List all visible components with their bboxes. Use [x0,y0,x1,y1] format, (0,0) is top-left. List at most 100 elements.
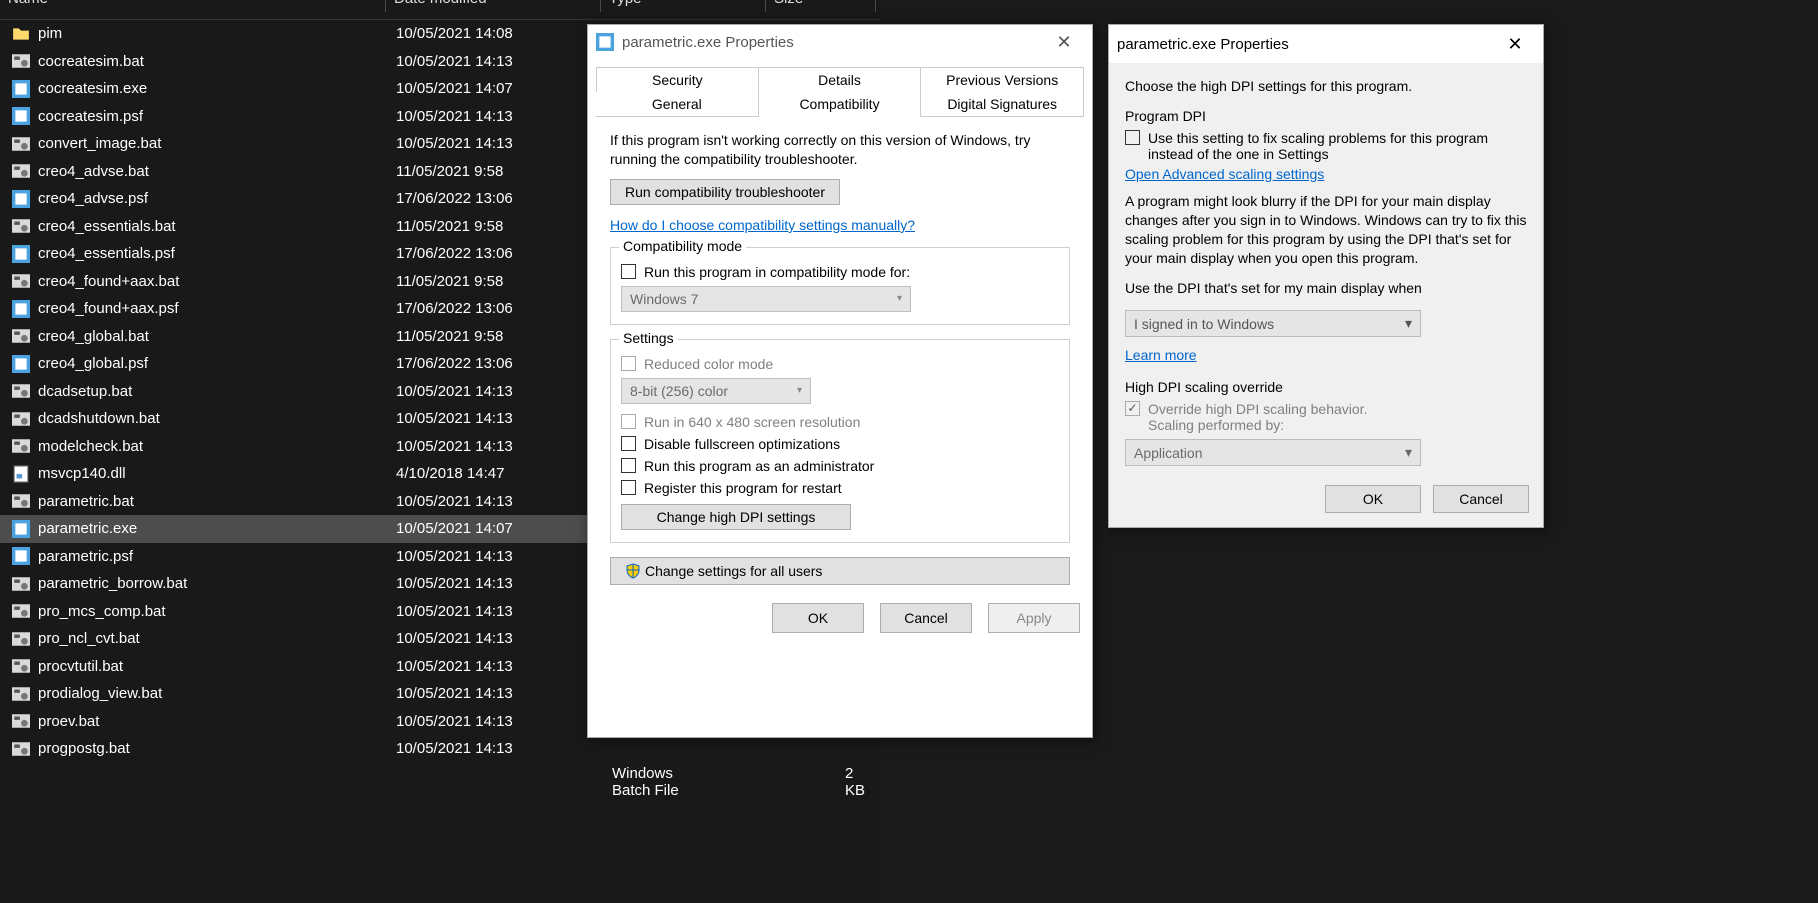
file-name: creo4_advse.bat [38,163,396,180]
dpi-settings-dialog: parametric.exe Properties ✕ Choose the h… [1108,24,1544,528]
tab-previous-versions[interactable]: Previous Versions [921,67,1084,93]
ok-button[interactable]: OK [772,603,864,633]
disable-fullscreen-checkbox[interactable] [621,436,636,451]
titlebar[interactable]: parametric.exe Properties ✕ [1109,25,1543,63]
dialog-title: parametric.exe Properties [1117,36,1495,53]
exe-icon [12,80,30,98]
col-date[interactable]: Date modified [386,0,601,12]
register-restart-label: Register this program for restart [644,480,842,496]
open-advanced-link[interactable]: Open Advanced scaling settings [1125,166,1324,182]
file-date: 10/05/2021 14:13 [396,493,611,510]
file-name: procvtutil.bat [38,658,396,675]
chevron-down-icon: ▾ [797,385,802,396]
titlebar[interactable]: parametric.exe Properties ✕ [588,25,1092,59]
psf-icon [12,355,30,373]
file-name: parametric.bat [38,493,396,510]
file-date: 10/05/2021 14:07 [396,520,611,537]
color-depth-combo[interactable]: 8-bit (256) color ▾ [621,378,811,404]
file-date: 10/05/2021 14:13 [396,658,611,675]
cancel-button[interactable]: Cancel [880,603,972,633]
bat-icon [12,685,30,703]
tab-general[interactable]: General [596,92,759,117]
use-setting-label: Use this setting to fix scaling problems… [1148,130,1527,162]
tab-compatibility[interactable]: Compatibility [759,92,922,117]
reduced-color-checkbox[interactable] [621,356,636,371]
cancel-button[interactable]: Cancel [1433,485,1529,513]
use-dpi-when-label: Use the DPI that's set for my main displ… [1125,279,1527,298]
apply-button[interactable]: Apply [988,603,1080,633]
bat-icon [12,630,30,648]
file-name: creo4_found+aax.psf [38,300,396,317]
bat-icon [12,657,30,675]
chevron-down-icon: ▾ [1405,444,1412,461]
override-label: Override high DPI scaling behavior. Scal… [1148,401,1367,433]
compat-mode-checkbox[interactable] [621,264,636,279]
properties-dialog: parametric.exe Properties ✕ Security Det… [587,24,1093,738]
file-name: parametric.exe [38,520,396,537]
combo-value: I signed in to Windows [1134,316,1274,332]
ok-button[interactable]: OK [1325,485,1421,513]
close-icon[interactable]: ✕ [1495,34,1535,55]
change-all-users-button[interactable]: Change settings for all users [610,557,1070,585]
file-date: 11/05/2021 9:58 [396,163,611,180]
file-date: 10/05/2021 14:13 [396,108,611,125]
compatibility-mode-group: Compatibility mode Run this program in c… [610,247,1070,325]
file-row[interactable]: progpostg.bat10/05/2021 14:13 [0,735,880,763]
tab-details[interactable]: Details [759,67,922,93]
bat-icon [12,272,30,290]
compat-os-combo[interactable]: Windows 7 ▾ [621,286,911,312]
file-date: 11/05/2021 9:58 [396,328,611,345]
bat-icon [12,740,30,758]
override-combo[interactable]: Application ▾ [1125,439,1421,466]
combo-value: Windows 7 [630,291,698,307]
tab-security[interactable]: Security [596,67,759,93]
col-type[interactable]: Type [601,0,766,12]
dialog-body: Choose the high DPI settings for this pr… [1109,63,1543,486]
file-name: creo4_global.bat [38,328,396,345]
col-size[interactable]: Size [766,0,876,12]
file-name: pim [38,25,396,42]
when-combo[interactable]: I signed in to Windows ▾ [1125,310,1421,337]
bat-icon [12,162,30,180]
file-date: 10/05/2021 14:13 [396,603,611,620]
file-name: prodialog_view.bat [38,685,396,702]
psf-icon [12,245,30,263]
file-name: pro_ncl_cvt.bat [38,630,396,647]
file-name: parametric_borrow.bat [38,575,396,592]
tab-strip: Security Details Previous Versions Gener… [596,67,1084,117]
file-date: 10/05/2021 14:08 [396,25,611,42]
help-link[interactable]: How do I choose compatibility settings m… [610,217,915,233]
use-setting-checkbox[interactable] [1125,130,1140,145]
file-date: 10/05/2021 14:13 [396,135,611,152]
intro-text: Choose the high DPI settings for this pr… [1125,77,1527,96]
change-dpi-button[interactable]: Change high DPI settings [621,504,851,530]
file-name: creo4_global.psf [38,355,396,372]
bat-icon [12,602,30,620]
file-name: progpostg.bat [38,740,396,757]
close-icon[interactable]: ✕ [1044,32,1084,53]
file-name: msvcp140.dll [38,465,396,482]
bat-icon [12,327,30,345]
register-restart-checkbox[interactable] [621,480,636,495]
bat-icon [12,437,30,455]
file-date: 17/06/2022 13:06 [396,300,611,317]
run-admin-checkbox[interactable] [621,458,636,473]
file-name: dcadshutdown.bat [38,410,396,427]
status-size: 2 KB [845,765,868,799]
shield-icon [625,563,641,579]
col-name[interactable]: Name [0,0,386,12]
run-640-checkbox[interactable] [621,414,636,429]
dialog-button-row: OK Cancel Apply [588,595,1092,645]
exe-icon [12,520,30,538]
app-icon [596,33,614,51]
status-bar: Windows Batch File 2 KB [0,767,880,797]
override-checkbox[interactable] [1125,401,1140,416]
run-admin-label: Run this program as an administrator [644,458,874,474]
file-name: convert_image.bat [38,135,396,152]
file-date: 10/05/2021 14:13 [396,685,611,702]
tab-digital-signatures[interactable]: Digital Signatures [921,92,1084,117]
bat-icon [12,575,30,593]
learn-more-link[interactable]: Learn more [1125,347,1197,363]
file-date: 10/05/2021 14:13 [396,383,611,400]
run-troubleshooter-button[interactable]: Run compatibility troubleshooter [610,179,840,205]
